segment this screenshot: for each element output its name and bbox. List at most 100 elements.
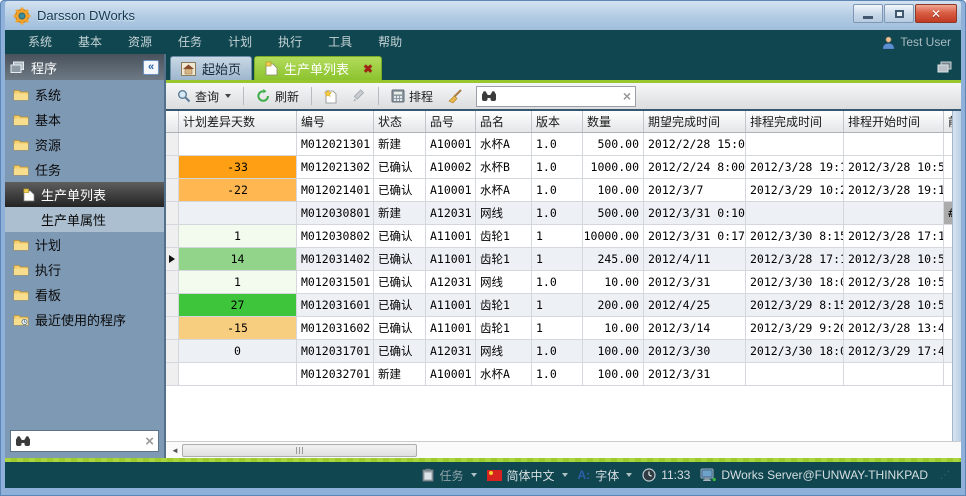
restore-button[interactable] bbox=[884, 4, 914, 23]
cell-code: M012031602 bbox=[297, 317, 374, 340]
sidebar-collapse-button[interactable]: « bbox=[143, 60, 159, 75]
table-row[interactable]: -15M012031602已确认A11001齿轮1110.002012/3/14… bbox=[166, 317, 952, 340]
query-button[interactable]: 查询 bbox=[172, 86, 236, 107]
sidebar-item-4[interactable]: 生产单列表 bbox=[5, 182, 164, 207]
resize-grip[interactable]: ⋰ bbox=[940, 470, 951, 481]
column-header-extra[interactable]: 前 bbox=[944, 111, 952, 132]
new-button[interactable] bbox=[319, 87, 343, 106]
sidebar-item-label: 资源 bbox=[35, 135, 61, 154]
row-indicator bbox=[166, 225, 179, 248]
horizontal-scrollbar-thumb[interactable] bbox=[182, 444, 417, 457]
column-header-sched_start[interactable]: 排程开始时间 bbox=[844, 111, 944, 132]
toolbar-search-clear-icon[interactable]: × bbox=[623, 88, 631, 104]
table-row[interactable]: -33M012021302已确认A10002水杯B1.01000.002012/… bbox=[166, 156, 952, 179]
cell-item_no: A10002 bbox=[426, 156, 476, 179]
cell-qty: 100.00 bbox=[583, 179, 644, 202]
cell-code: M012031701 bbox=[297, 340, 374, 363]
table-row[interactable]: 27M012031601已确认A11001齿轮11200.002012/4/25… bbox=[166, 294, 952, 317]
folder-icon bbox=[13, 113, 29, 126]
statusbar-task-menu[interactable]: 任务 bbox=[422, 467, 476, 484]
toolbar-search-input[interactable] bbox=[501, 89, 619, 103]
sidebar-item-0[interactable]: 系统 bbox=[5, 82, 164, 107]
table-row[interactable]: 14M012031402已确认A11001齿轮11245.002012/4/11… bbox=[166, 248, 952, 271]
column-header-status[interactable]: 状态 bbox=[374, 111, 426, 132]
cell-status: 已确认 bbox=[374, 225, 426, 248]
menu-item-4[interactable]: 计划 bbox=[215, 30, 265, 54]
cell-extra bbox=[944, 156, 952, 179]
query-label: 查询 bbox=[195, 88, 219, 105]
tab-start-page[interactable]: 起始页 bbox=[170, 56, 252, 80]
table-row[interactable]: -22M012021401已确认A10001水杯A1.0100.002012/3… bbox=[166, 179, 952, 202]
cell-sched_end: 2012/3/30 18:00 bbox=[746, 271, 844, 294]
sidebar-item-3[interactable]: 任务 bbox=[5, 157, 164, 182]
column-header-version[interactable]: 版本 bbox=[532, 111, 583, 132]
table-row[interactable]: M012021301新建A10001水杯A1.0500.002012/2/28 … bbox=[166, 133, 952, 156]
query-dropdown-icon[interactable] bbox=[225, 94, 231, 98]
cell-version: 1 bbox=[532, 317, 583, 340]
cell-sched_start: 2012/3/28 10:52 bbox=[844, 271, 944, 294]
menu-item-7[interactable]: 帮助 bbox=[365, 30, 415, 54]
schedule-button[interactable]: 排程 bbox=[386, 86, 438, 107]
cell-diff bbox=[179, 202, 297, 225]
cell-item_no: A10001 bbox=[426, 133, 476, 156]
font-label: 字体 bbox=[595, 467, 619, 484]
current-user[interactable]: Test User bbox=[882, 35, 951, 49]
table-row[interactable]: M012030801新建A12031网线1.0500.002012/3/31 0… bbox=[166, 202, 952, 225]
cell-due: 2012/3/7 bbox=[644, 179, 746, 202]
menu-item-1[interactable]: 基本 bbox=[65, 30, 115, 54]
document-icon bbox=[265, 61, 278, 76]
tab-close-icon[interactable]: ✖ bbox=[363, 62, 373, 76]
statusbar-language-menu[interactable]: 简体中文 bbox=[487, 467, 568, 484]
cell-item_name: 齿轮1 bbox=[476, 225, 532, 248]
menu-item-6[interactable]: 工具 bbox=[315, 30, 365, 54]
table-row[interactable]: M012032701新建A10001水杯A1.0100.002012/3/31 bbox=[166, 363, 952, 386]
column-header-sched_end[interactable]: 排程完成时间 bbox=[746, 111, 844, 132]
column-header-due[interactable]: 期望完成时间 bbox=[644, 111, 746, 132]
cell-qty: 500.00 bbox=[583, 133, 644, 156]
menu-item-0[interactable]: 系统 bbox=[15, 30, 65, 54]
refresh-button[interactable]: 刷新 bbox=[251, 86, 304, 107]
row-indicator bbox=[166, 340, 179, 363]
cell-version: 1 bbox=[532, 294, 583, 317]
close-button[interactable]: ✕ bbox=[915, 4, 957, 23]
sidebar-search-clear-icon[interactable]: × bbox=[145, 433, 154, 450]
cell-item_name: 水杯A bbox=[476, 363, 532, 386]
column-header-item_name[interactable]: 品名 bbox=[476, 111, 532, 132]
clean-button[interactable] bbox=[442, 87, 468, 106]
table-row[interactable]: 1M012030802已确认A11001齿轮1110000.002012/3/3… bbox=[166, 225, 952, 248]
sidebar-item-1[interactable]: 基本 bbox=[5, 107, 164, 132]
folder-icon bbox=[13, 238, 29, 251]
menu-item-2[interactable]: 资源 bbox=[115, 30, 165, 54]
edit-button[interactable] bbox=[347, 87, 371, 105]
sidebar-item-label: 生产单属性 bbox=[41, 210, 106, 229]
folder-icon bbox=[13, 163, 29, 176]
cell-version: 1.0 bbox=[532, 271, 583, 294]
column-header-item_no[interactable]: 品号 bbox=[426, 111, 476, 132]
sidebar-item-5[interactable]: 生产单属性 bbox=[5, 207, 164, 232]
vertical-scrollbar[interactable] bbox=[952, 111, 961, 441]
scroll-left-arrow-icon[interactable]: ◄ bbox=[168, 444, 182, 457]
table-row[interactable]: 0M012031701已确认A12031网线1.0100.002012/3/30… bbox=[166, 340, 952, 363]
table-row[interactable]: 1M012031501已确认A12031网线1.010.002012/3/312… bbox=[166, 271, 952, 294]
row-indicator bbox=[166, 271, 179, 294]
column-header-qty[interactable]: 数量 bbox=[583, 111, 644, 132]
column-header-diff[interactable]: 计划差异天数 bbox=[179, 111, 297, 132]
sidebar-item-6[interactable]: 计划 bbox=[5, 232, 164, 257]
tab-production-order-list[interactable]: 生产单列表 ✖ bbox=[254, 56, 382, 80]
refresh-icon bbox=[256, 89, 271, 103]
sidebar-item-2[interactable]: 资源 bbox=[5, 132, 164, 157]
column-header-code[interactable]: 编号 bbox=[297, 111, 374, 132]
cell-sched_end bbox=[746, 133, 844, 156]
sidebar-item-8[interactable]: 看板 bbox=[5, 282, 164, 307]
minimize-button[interactable] bbox=[853, 4, 883, 23]
cell-version: 1 bbox=[532, 248, 583, 271]
menu-item-3[interactable]: 任务 bbox=[165, 30, 215, 54]
sidebar-item-7[interactable]: 执行 bbox=[5, 257, 164, 282]
statusbar-font-menu[interactable]: A: 字体 bbox=[578, 467, 633, 484]
sidebar-item-9[interactable]: 最近使用的程序 bbox=[5, 307, 164, 332]
window-list-icon[interactable] bbox=[936, 60, 953, 74]
sidebar-search-input[interactable] bbox=[35, 434, 141, 448]
cell-sched_end: 2012/3/30 8:15 bbox=[746, 225, 844, 248]
app-gear-icon bbox=[13, 7, 31, 25]
menu-item-5[interactable]: 执行 bbox=[265, 30, 315, 54]
